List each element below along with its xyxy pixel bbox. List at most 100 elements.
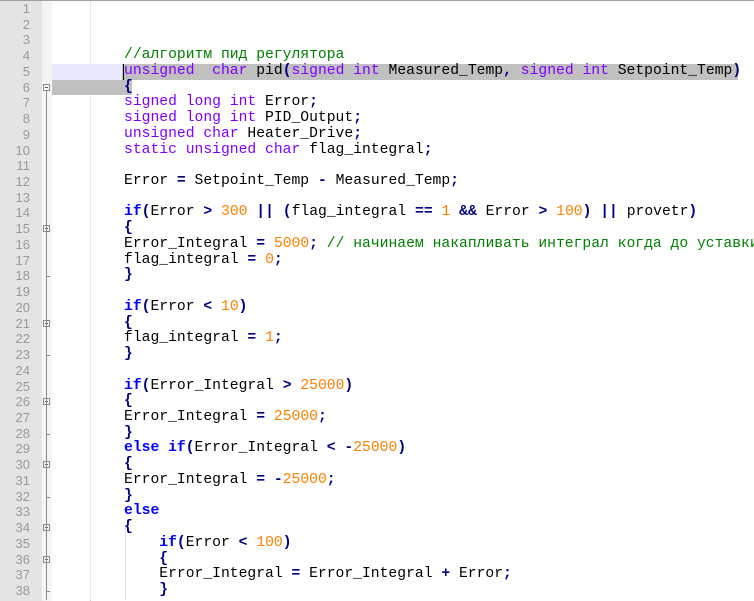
- identifier: Error_Integral: [194, 440, 327, 457]
- operator: =: [176, 173, 186, 190]
- operator: ;: [503, 566, 512, 583]
- code-line[interactable]: 22 flag_integral = 1;: [0, 330, 754, 347]
- identifier: Error: [150, 204, 204, 221]
- operator: ;: [353, 110, 363, 127]
- type-keyword: signed long int: [124, 110, 257, 127]
- line-number: 22: [15, 331, 30, 347]
- operator: ;: [273, 251, 283, 268]
- code-line[interactable]: 17 flag_integral = 0;: [0, 251, 754, 269]
- line-code: flag_integral = 0;: [124, 251, 283, 269]
- line-code: if(Error < 10): [124, 298, 247, 316]
- line-number: 20: [15, 299, 30, 315]
- code-line[interactable]: 35 if(Error < 100): [0, 534, 754, 552]
- operator: (: [282, 204, 292, 221]
- operator: ): [397, 440, 407, 457]
- operator: {: [124, 519, 133, 536]
- operator: ;: [309, 235, 318, 252]
- identifier: flag_integral: [124, 251, 248, 268]
- line-number: 5: [22, 63, 30, 79]
- fold-toggle-icon[interactable]: [43, 83, 50, 91]
- operator: >: [538, 204, 548, 221]
- code-line[interactable]: 21 {: [0, 315, 754, 332]
- comment: // начинаем накапливать интеграл когда д…: [326, 235, 754, 252]
- operator: }: [124, 487, 133, 504]
- identifier: pid: [247, 62, 283, 79]
- code-line[interactable]: 32}: [0, 487, 754, 505]
- line-code: }: [124, 582, 169, 599]
- code-line[interactable]: 15 {: [0, 220, 754, 237]
- code-line[interactable]: 4 //алгоритм пид регулятора: [0, 47, 754, 64]
- operator: ;: [450, 173, 459, 190]
- operator: -: [344, 440, 354, 457]
- operator: =: [247, 251, 257, 268]
- number-literal: 25000: [273, 408, 318, 425]
- operator: ||: [600, 204, 618, 221]
- code-line[interactable]: 38 }: [0, 582, 754, 599]
- code-line[interactable]: 19: [0, 284, 754, 300]
- code-line[interactable]: 27 Error_Integral = 25000;: [0, 408, 754, 426]
- code-line[interactable]: 29 else if(Error_Integral < -25000): [0, 441, 754, 457]
- type-keyword: char: [212, 62, 248, 79]
- operator: }: [159, 582, 169, 598]
- code-line[interactable]: 6{: [0, 79, 754, 96]
- code-line[interactable]: 10 static unsigned char flag_integral;: [0, 142, 754, 159]
- operator: ;: [317, 408, 327, 425]
- line-number: 14: [15, 205, 30, 221]
- code-line[interactable]: 8 signed long int PID_Output;: [0, 110, 754, 127]
- code-line[interactable]: 16 Error_Integral = 5000; // начинаем нак…: [0, 235, 754, 253]
- type-keyword: signed: [520, 62, 574, 79]
- code-line[interactable]: 31 Error_Integral = -25000;: [0, 471, 754, 489]
- number-literal: 100: [556, 204, 583, 221]
- identifier: Setpoint_Temp: [185, 173, 318, 190]
- identifier: Error_Integral: [124, 235, 257, 252]
- code-line[interactable]: 14 if(Error > 300 || (flag_integral == 1 …: [0, 205, 754, 221]
- fold-line: [46, 90, 47, 600]
- code-line[interactable]: 12 Error = Setpoint_Temp - Measured_Temp;: [0, 173, 754, 190]
- line-number: 1: [22, 1, 30, 16]
- line-number: 33: [15, 504, 30, 520]
- keyword: if: [159, 534, 177, 551]
- line-number: 31: [15, 472, 30, 488]
- code-line[interactable]: 11: [0, 158, 754, 174]
- code-line[interactable]: 13: [0, 190, 754, 206]
- code-line[interactable]: 28}: [0, 424, 754, 442]
- keyword: if: [124, 204, 142, 221]
- line-number: 7: [22, 95, 30, 111]
- operator: }: [124, 424, 133, 441]
- code-line[interactable]: 1: [0, 1, 754, 17]
- code-line[interactable]: 5 unsigned char pid(signed int Measured_T…: [0, 62, 754, 80]
- line-number: 35: [15, 535, 30, 551]
- line-code: }: [124, 424, 133, 442]
- operator: }: [124, 346, 133, 363]
- type-keyword: int: [353, 62, 380, 79]
- code-line[interactable]: 26 {: [0, 393, 754, 410]
- line-code: if(Error < 100): [124, 534, 291, 552]
- line-code: if(Error > 300 || (flag_integral == 1 &&…: [124, 205, 697, 221]
- code-line[interactable]: 36 {: [0, 551, 754, 568]
- operator: =: [256, 471, 266, 488]
- number-literal: 300: [221, 204, 248, 221]
- code-line[interactable]: 30 {: [0, 456, 754, 473]
- line-code: unsigned char pid(signed int Measured_Te…: [124, 62, 741, 80]
- code-line[interactable]: 24: [0, 363, 754, 379]
- code-line[interactable]: 34 {: [0, 519, 754, 536]
- identifier: [256, 330, 265, 346]
- code-line[interactable]: 23}: [0, 346, 754, 363]
- code-line[interactable]: 20 if(Error < 10): [0, 298, 754, 316]
- line-code: Error_Integral = Error_Integral + Error;: [124, 566, 512, 583]
- code-line[interactable]: 9 unsigned char Heater_Drive;: [0, 126, 754, 143]
- identifier: flag_integral: [291, 204, 415, 221]
- identifier: [265, 409, 274, 425]
- operator: ): [344, 377, 354, 394]
- code-line[interactable]: 37 Error_Integral = Error_Integral + Err…: [0, 566, 754, 583]
- line-number: 32: [15, 488, 30, 504]
- code-line[interactable]: 3: [0, 32, 754, 48]
- code-line[interactable]: 7 signed long int Error;: [0, 95, 754, 111]
- code-line[interactable]: 25 if(Error_Integral > 25000): [0, 377, 754, 395]
- line-number: 36: [15, 551, 30, 567]
- code-line[interactable]: 33 else: [0, 503, 754, 520]
- code-line[interactable]: 18}: [0, 268, 754, 284]
- code-line[interactable]: 2: [0, 17, 754, 33]
- number-literal: 10: [221, 298, 239, 315]
- line-code: {: [124, 393, 133, 410]
